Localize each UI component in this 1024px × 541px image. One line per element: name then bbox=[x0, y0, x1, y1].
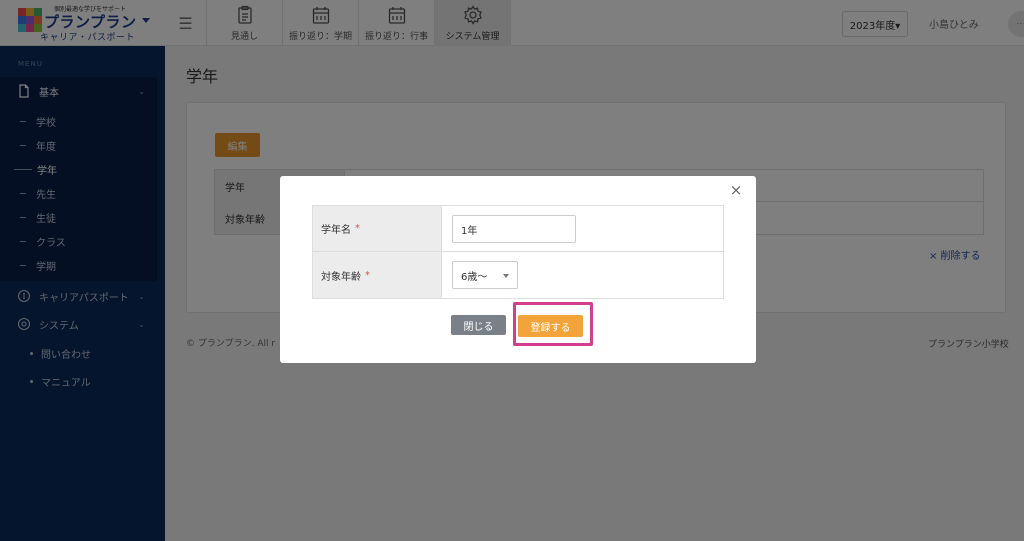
chevron-down-icon bbox=[503, 274, 509, 278]
field-label-text: 学年名 bbox=[321, 225, 351, 236]
form-row-grade-name: 学年名 * bbox=[313, 206, 723, 252]
select-value: 6歳〜 bbox=[461, 271, 488, 283]
required-mark: * bbox=[355, 223, 360, 234]
form-row-target-age: 対象年齢 * 6歳〜 bbox=[313, 252, 723, 298]
field-label: 学年名 * bbox=[313, 206, 442, 251]
form-table: 学年名 * 対象年齢 * 6歳〜 bbox=[312, 205, 724, 299]
highlight-box bbox=[513, 302, 593, 346]
target-age-select[interactable]: 6歳〜 bbox=[452, 261, 518, 289]
field-label: 対象年齢 * bbox=[313, 252, 442, 298]
required-mark: * bbox=[365, 269, 370, 281]
field-label-text: 対象年齢 bbox=[321, 271, 361, 283]
close-icon[interactable]: × bbox=[728, 181, 744, 199]
grade-name-input[interactable] bbox=[452, 215, 576, 243]
close-button[interactable]: 閉じる bbox=[451, 315, 506, 335]
